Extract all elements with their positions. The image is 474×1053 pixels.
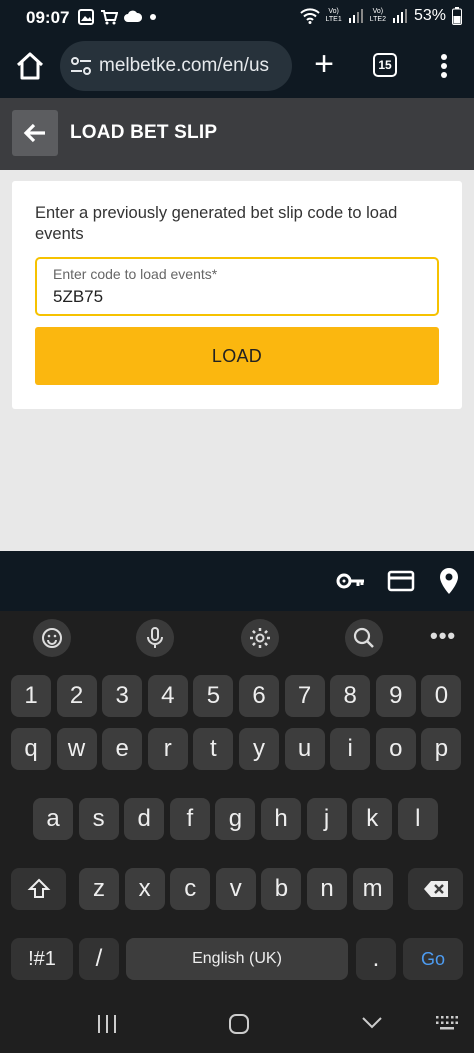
key-9[interactable]: 9 — [375, 675, 416, 717]
cart-icon — [101, 10, 118, 25]
key-7[interactable]: 7 — [284, 675, 325, 717]
key-m[interactable]: m — [352, 868, 393, 910]
key-f[interactable]: f — [169, 798, 210, 840]
battery-icon — [452, 7, 462, 25]
keyboard-grid-icon[interactable] — [436, 1016, 458, 1030]
key-p[interactable]: p — [421, 728, 462, 770]
signal1-icon — [348, 9, 363, 23]
key-t[interactable]: t — [193, 728, 234, 770]
key-r[interactable]: r — [147, 728, 188, 770]
key-1[interactable]: 1 — [11, 675, 51, 717]
code-input[interactable] — [53, 287, 413, 307]
status-right: Vo) LTE1 Vo) LTE2 53% — [299, 7, 462, 25]
key-g[interactable]: g — [215, 798, 256, 840]
page-title: LOAD BET SLIP — [70, 122, 218, 143]
key-w[interactable]: w — [56, 728, 97, 770]
notification-icons — [78, 9, 158, 25]
microphone-icon — [147, 627, 163, 648]
key-i[interactable]: i — [330, 728, 371, 770]
key-o[interactable]: o — [375, 728, 416, 770]
recent-apps-icon[interactable] — [96, 1014, 118, 1034]
key-j[interactable]: j — [306, 798, 347, 840]
shift-icon — [27, 878, 50, 898]
key-c[interactable]: c — [170, 868, 211, 910]
tab-switcher-button[interactable]: 15 — [373, 53, 397, 77]
code-field[interactable]: Enter code to load events* — [35, 257, 439, 316]
key-icon[interactable] — [336, 569, 366, 593]
key-4[interactable]: 4 — [147, 675, 188, 717]
symbols-key[interactable]: !#1 — [11, 938, 73, 980]
key-x[interactable]: x — [124, 868, 165, 910]
key-b[interactable]: b — [261, 868, 302, 910]
status-bar: 09:07 Vo) LTE1 Vo) LTE2 53% — [0, 0, 474, 36]
on-screen-keyboard: ••• 1234567890 qwertyuiop asdfghjkl zxcvbnm… — [0, 611, 474, 1053]
key-0[interactable]: 0 — [421, 675, 462, 717]
new-tab-icon[interactable]: + — [308, 47, 340, 81]
key-d[interactable]: d — [124, 798, 165, 840]
key-n[interactable]: n — [307, 868, 347, 910]
status-time: 09:07 — [26, 8, 70, 27]
voice-input-button[interactable] — [136, 619, 174, 657]
key-s[interactable]: s — [78, 798, 119, 840]
autofill-toolbar — [0, 551, 474, 611]
key-5[interactable]: 5 — [193, 675, 234, 717]
key-z[interactable]: z — [79, 868, 119, 910]
more-menu-icon[interactable] — [432, 50, 456, 82]
chevron-down-icon[interactable] — [361, 1016, 383, 1030]
keyboard-search-button[interactable] — [345, 619, 383, 657]
period-key[interactable]: . — [356, 938, 396, 980]
key-2[interactable]: 2 — [56, 675, 97, 717]
shift-key[interactable] — [11, 868, 66, 910]
emoji-icon — [42, 628, 62, 648]
emoji-button[interactable] — [33, 619, 71, 657]
dot-icon — [150, 14, 156, 20]
cloud-icon — [124, 10, 142, 22]
space-key[interactable]: English (UK) — [126, 938, 348, 980]
code-field-label: Enter code to load events* — [53, 266, 218, 282]
key-u[interactable]: u — [284, 728, 325, 770]
location-pin-icon[interactable] — [438, 567, 460, 595]
url-text: melbetke.com/en/us — [99, 55, 270, 76]
system-nav-bar — [0, 990, 474, 1053]
instructions-text: Enter a previously generated bet slip co… — [35, 204, 398, 243]
slash-key[interactable]: / — [79, 938, 119, 980]
gear-icon — [250, 628, 270, 648]
key-k[interactable]: k — [352, 798, 393, 840]
home-nav-icon[interactable] — [228, 1013, 250, 1035]
keyboard-suggestion-bar: ••• — [0, 611, 474, 665]
key-v[interactable]: v — [215, 868, 256, 910]
gallery-icon — [78, 9, 94, 25]
key-h[interactable]: h — [261, 798, 301, 840]
back-button[interactable] — [12, 110, 58, 156]
key-3[interactable]: 3 — [102, 675, 143, 717]
key-8[interactable]: 8 — [330, 675, 371, 717]
load-bet-slip-card: Enter a previously generated bet slip co… — [12, 181, 462, 409]
key-q[interactable]: q — [11, 728, 51, 770]
browser-toolbar: melbetke.com/en/us + 15 — [0, 36, 474, 98]
load-button[interactable]: LOAD — [35, 327, 439, 385]
key-6[interactable]: 6 — [239, 675, 279, 717]
more-options-icon[interactable]: ••• — [430, 623, 456, 649]
arrow-left-icon — [23, 123, 45, 143]
lte2-indicator: Vo) LTE2 — [369, 8, 386, 23]
key-l[interactable]: l — [397, 798, 438, 840]
go-key[interactable]: Go — [403, 938, 463, 980]
wifi-icon — [299, 8, 320, 24]
lte1-indicator: Vo) LTE1 — [325, 8, 342, 23]
site-settings-icon[interactable] — [70, 55, 92, 77]
page-header: LOAD BET SLIP — [0, 98, 474, 170]
key-a[interactable]: a — [33, 798, 73, 840]
home-icon[interactable] — [14, 50, 46, 82]
credit-card-icon[interactable] — [387, 569, 415, 593]
key-e[interactable]: e — [102, 728, 143, 770]
address-bar[interactable]: melbetke.com/en/us — [60, 41, 292, 91]
signal2-icon — [392, 9, 407, 23]
backspace-key[interactable] — [408, 868, 463, 910]
key-y[interactable]: y — [239, 728, 279, 770]
backspace-icon — [423, 881, 448, 897]
search-icon — [353, 627, 374, 648]
battery-percent: 53% — [413, 7, 446, 24]
keyboard-settings-button[interactable] — [241, 619, 279, 657]
